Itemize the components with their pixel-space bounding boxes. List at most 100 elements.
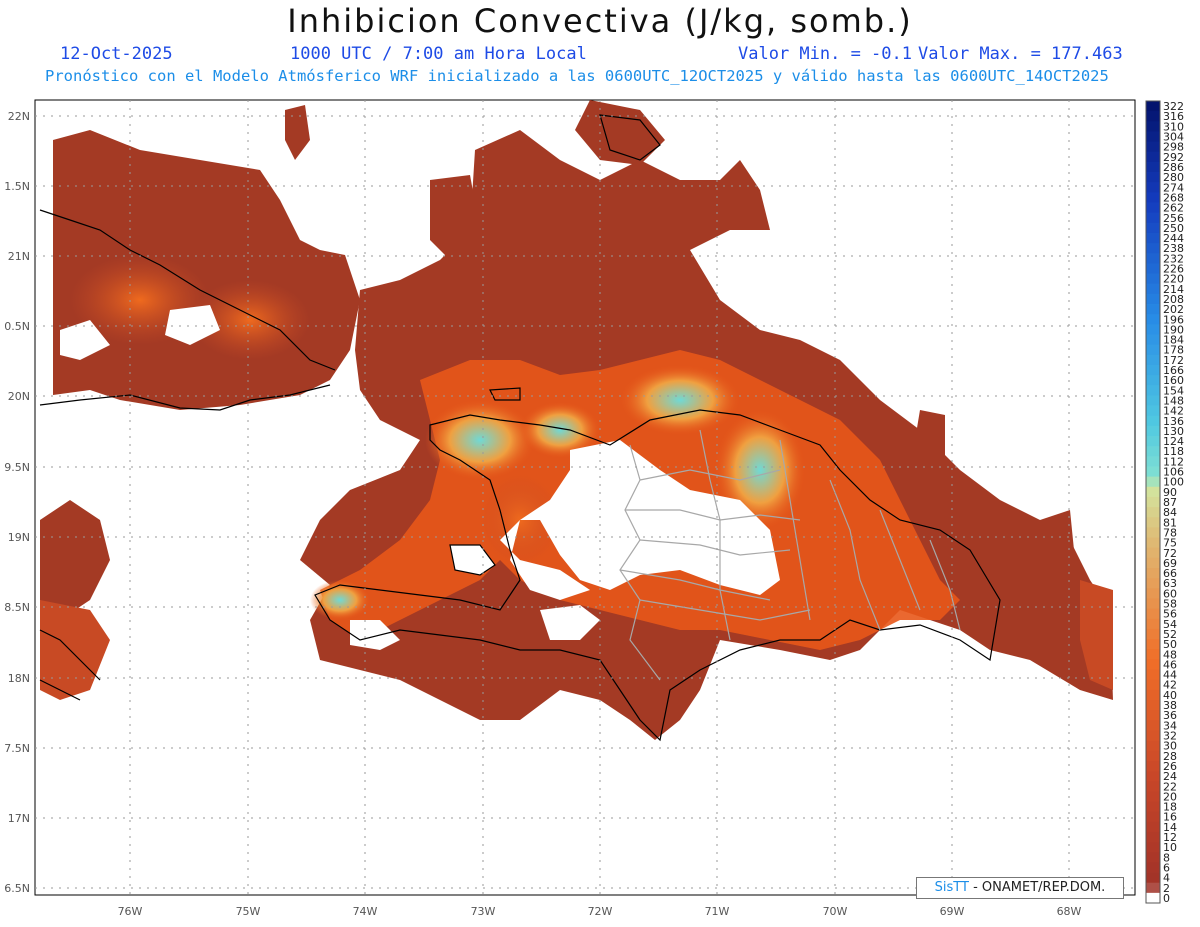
colorbar-label: 0 — [1163, 892, 1170, 905]
colorbar-swatch — [1146, 618, 1160, 630]
colorbar-swatch — [1146, 578, 1160, 589]
colorbar-swatch — [1146, 537, 1160, 549]
credit-text: - ONAMET/REP.DOM. — [973, 880, 1106, 895]
colorbar-swatch — [1146, 557, 1160, 569]
colorbar-swatch — [1146, 750, 1160, 762]
colorbar-swatch — [1146, 304, 1160, 315]
colorbar-swatch — [1146, 172, 1160, 183]
colorbar-swatch — [1146, 710, 1160, 721]
colorbar-swatch — [1146, 253, 1160, 264]
lat-label: 0.5N — [4, 320, 30, 333]
colorbar-swatch — [1146, 131, 1160, 143]
colorbar-swatch — [1146, 771, 1160, 782]
colorbar-swatch — [1146, 385, 1160, 396]
colorbar-swatch — [1146, 496, 1160, 508]
colorbar-swatch — [1146, 781, 1160, 792]
colorbar-swatch — [1146, 821, 1160, 833]
colorbar-swatch — [1146, 882, 1160, 894]
colorbar-swatch — [1146, 628, 1160, 640]
colorbar-swatch — [1146, 720, 1160, 731]
lon-label: 76W — [118, 905, 143, 918]
lon-label: 74W — [353, 905, 378, 918]
colorbar-swatch — [1146, 669, 1160, 681]
lat-label: 17N — [8, 812, 30, 825]
colorbar-swatch — [1146, 161, 1160, 173]
colorbar-swatch — [1146, 141, 1160, 153]
colorbar-swatch — [1146, 111, 1160, 122]
lat-label: 20N — [8, 390, 30, 403]
colorbar-swatch — [1146, 121, 1160, 132]
colorbar-swatch — [1146, 842, 1160, 853]
colorbar-swatch — [1146, 486, 1160, 498]
colorbar-swatch — [1146, 588, 1160, 599]
colorbar-swatch — [1146, 740, 1160, 752]
colorbar-swatch — [1146, 425, 1160, 437]
colorbar-swatch — [1146, 476, 1160, 488]
colorbar-swatch — [1146, 862, 1160, 873]
colorbar-swatch — [1146, 527, 1160, 538]
colorbar-swatch — [1146, 101, 1160, 112]
lat-label: 9.5N — [4, 461, 30, 474]
colorbar-swatch — [1146, 232, 1160, 244]
colorbar-swatch — [1146, 283, 1160, 295]
latitude-labels: 22N 1.5N 21N 0.5N 20N 9.5N 19N 8.5N 18N … — [4, 110, 30, 895]
colorbar-swatch — [1146, 273, 1160, 285]
colorbar-swatch — [1146, 852, 1160, 863]
colorbar-swatch — [1146, 831, 1160, 843]
colorbar-swatch — [1146, 507, 1160, 518]
lon-label: 70W — [823, 905, 848, 918]
lat-label: 18N — [8, 672, 30, 685]
colorbar-swatch — [1146, 324, 1160, 335]
colorbar-swatch — [1146, 456, 1160, 467]
colorbar-swatch — [1146, 892, 1160, 904]
colorbar-swatch — [1146, 639, 1160, 650]
colorbar-swatch — [1146, 192, 1160, 203]
colorbar-swatch — [1146, 760, 1160, 772]
colorbar-swatch — [1146, 598, 1160, 609]
colorbar-swatch — [1146, 405, 1160, 417]
colorbar-swatch — [1146, 222, 1160, 234]
colorbar-swatch — [1146, 608, 1160, 620]
longitude-labels: 76W 75W 74W 73W 72W 71W 70W 69W 68W — [118, 905, 1082, 918]
lon-label: 75W — [236, 905, 261, 918]
colorbar-swatch — [1146, 659, 1160, 670]
colorbar-swatch — [1146, 314, 1160, 325]
colorbar-swatch — [1146, 791, 1160, 802]
lat-label: 19N — [8, 531, 30, 544]
colorbar-swatch — [1146, 263, 1160, 274]
lon-label: 68W — [1057, 905, 1082, 918]
lon-label: 73W — [471, 905, 496, 918]
credit-brand: SisTT — [934, 880, 969, 895]
lon-label: 71W — [705, 905, 730, 918]
colorbar-swatch — [1146, 151, 1160, 163]
colorbar-swatch — [1146, 364, 1160, 376]
lon-label: 69W — [940, 905, 965, 918]
colorbar-swatch — [1146, 699, 1160, 711]
lat-label: 8.5N — [4, 601, 30, 614]
colorbar-swatch — [1146, 354, 1160, 366]
colorbar-swatch — [1146, 415, 1160, 427]
lat-label: 21N — [8, 250, 30, 263]
colorbar-swatch — [1146, 395, 1160, 406]
colorbar-swatch — [1146, 801, 1160, 813]
colorbar-swatch — [1146, 375, 1160, 386]
colorbar-swatch — [1146, 547, 1160, 559]
colorbar-swatch — [1146, 344, 1160, 356]
lon-label: 72W — [588, 905, 613, 918]
colorbar-swatch — [1146, 811, 1160, 823]
cin-map: 22N 1.5N 21N 0.5N 20N 9.5N 19N 8.5N 18N … — [4, 99, 1184, 918]
colorbar-swatch — [1146, 436, 1160, 447]
lat-label: 22N — [8, 110, 30, 123]
colorbar-swatch — [1146, 212, 1160, 224]
colorbar-swatch — [1146, 649, 1160, 660]
colorbar-swatch — [1146, 567, 1160, 579]
credit-box: SisTT - ONAMET/REP.DOM. — [916, 877, 1124, 899]
colorbar: 3223163103042982922862802742682622562502… — [1145, 100, 1184, 905]
colorbar-swatch — [1146, 293, 1160, 305]
colorbar-swatch — [1146, 730, 1160, 741]
colorbar-swatch — [1146, 517, 1160, 528]
colorbar-swatch — [1146, 202, 1160, 214]
colorbar-swatch — [1146, 466, 1160, 478]
colorbar-swatch — [1146, 446, 1160, 457]
lat-label: 6.5N — [4, 882, 30, 895]
